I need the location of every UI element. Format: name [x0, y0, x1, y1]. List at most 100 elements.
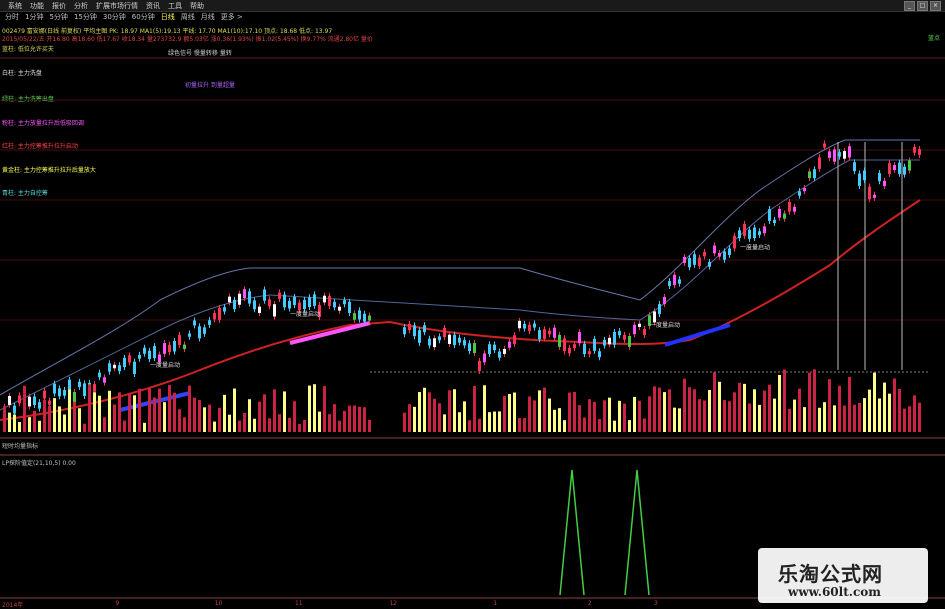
- candle-body: [783, 213, 786, 219]
- candle-body: [253, 300, 256, 310]
- volume-bar: [738, 382, 741, 432]
- candle-body: [763, 226, 766, 234]
- candle-body: [138, 354, 141, 359]
- volume-bar: [833, 405, 836, 432]
- volume-bar: [548, 398, 551, 432]
- volume-bar: [643, 418, 646, 432]
- candle-body: [198, 326, 201, 339]
- candle-body: [158, 354, 161, 363]
- volume-bar: [893, 378, 896, 432]
- volume-bar: [488, 412, 491, 432]
- candle-body: [363, 313, 366, 322]
- candle-body: [468, 343, 471, 352]
- volume-bar: [538, 390, 541, 432]
- candle-body: [788, 201, 791, 212]
- candle-body: [33, 396, 36, 406]
- candle-body: [758, 231, 761, 235]
- volume-bar: [273, 389, 276, 432]
- volume-bar: [743, 383, 746, 432]
- volume-bar: [328, 414, 331, 432]
- candle-body: [893, 165, 896, 170]
- volume-bar: [93, 392, 96, 432]
- candle-body: [148, 350, 151, 360]
- volume-bar: [28, 417, 31, 432]
- volume-bar: [468, 420, 471, 432]
- volume-bar: [268, 418, 271, 432]
- candle-body: [448, 334, 451, 344]
- volume-bar: [913, 395, 916, 432]
- candle-body: [183, 344, 186, 350]
- candle-body: [598, 351, 601, 358]
- volume-bar: [688, 387, 691, 432]
- volume-bar: [438, 403, 441, 432]
- volume-bar: [508, 393, 511, 432]
- candle-body: [833, 149, 836, 162]
- volume-bar: [8, 412, 11, 432]
- volume-bar: [353, 405, 356, 432]
- candle-body: [583, 343, 586, 355]
- candle-body: [353, 313, 356, 320]
- candle-body: [508, 341, 511, 348]
- candle-body: [638, 323, 641, 327]
- volume-bar: [348, 405, 351, 432]
- volume-bar: [193, 397, 196, 432]
- volume-bar: [588, 399, 591, 432]
- candlestick-chart[interactable]: 一度量启动一度量启动一度量启动一度量启动: [0, 0, 945, 609]
- volume-bar: [558, 408, 561, 432]
- volume-bar: [23, 385, 26, 432]
- volume-bar: [188, 385, 191, 432]
- moving-average-line: [0, 199, 921, 421]
- volume-bar: [503, 395, 506, 432]
- candle-body: [368, 315, 371, 321]
- candle-body: [843, 151, 846, 159]
- volume-bar: [638, 400, 641, 432]
- volume-bar: [838, 385, 841, 432]
- candle-body: [153, 346, 156, 359]
- candle-body: [588, 351, 591, 355]
- candle-body: [438, 336, 441, 341]
- candle-body: [768, 209, 771, 221]
- volume-bar: [528, 396, 531, 432]
- magenta-ma-segment: [289, 321, 371, 345]
- volume-bar: [788, 408, 791, 432]
- volume-bar: [298, 423, 301, 432]
- candle-body: [263, 289, 266, 301]
- volume-bar: [208, 404, 211, 432]
- volume-bar: [598, 419, 601, 432]
- candle-body: [128, 355, 131, 363]
- volume-bar: [878, 398, 881, 432]
- candle-body: [593, 338, 596, 351]
- volume-bar: [773, 398, 776, 432]
- volume-bar: [18, 421, 21, 432]
- candle-body: [608, 337, 611, 345]
- candle-body: [823, 143, 826, 148]
- candle-body: [298, 302, 301, 311]
- candle-body: [558, 334, 561, 347]
- candle-body: [658, 304, 661, 315]
- volume-bar: [803, 407, 806, 432]
- candle-body: [878, 173, 881, 182]
- candle-body: [883, 180, 886, 187]
- volume-bar: [303, 420, 306, 432]
- volume-bar: [293, 401, 296, 432]
- candle-body: [543, 329, 546, 339]
- volume-bar: [408, 404, 411, 432]
- candle-body: [693, 254, 696, 265]
- volume-bar: [83, 423, 86, 432]
- volume-bar: [603, 400, 606, 432]
- volume-bar: [733, 392, 736, 432]
- candle-body: [143, 347, 146, 354]
- candle-body: [868, 186, 871, 200]
- volume-bar: [313, 384, 316, 432]
- volume-bar: [543, 387, 546, 432]
- candle-body: [863, 170, 866, 181]
- candle-body: [278, 292, 281, 299]
- candle-body: [668, 281, 671, 286]
- candle-body: [403, 327, 406, 335]
- candle-body: [28, 396, 31, 407]
- volume-bar: [288, 417, 291, 432]
- volume-bar: [713, 372, 716, 432]
- candle-body: [98, 372, 101, 378]
- volume-bar: [158, 388, 161, 432]
- volume-bar: [663, 392, 666, 432]
